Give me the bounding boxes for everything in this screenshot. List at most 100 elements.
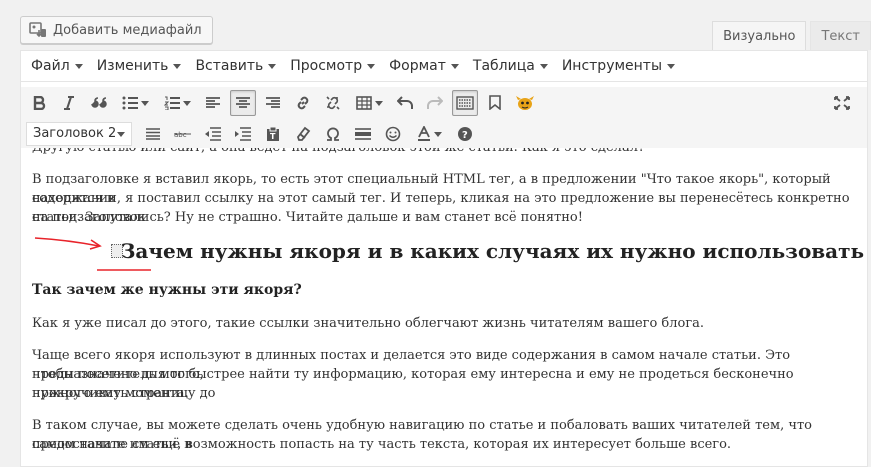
paragraph-2: Как я уже писал до этого, такие ссылки з… [32, 316, 705, 331]
paste-text-button[interactable]: T [260, 121, 286, 147]
paragraph-3-line-3: нужного ему момента. [32, 386, 189, 401]
chevron-down-icon [117, 131, 125, 137]
numbered-list-icon [163, 96, 180, 110]
outdent-button[interactable] [200, 121, 226, 147]
align-left-icon [206, 96, 220, 108]
annotation-arrow [34, 237, 102, 250]
insert-link-button[interactable] [290, 90, 316, 116]
tab-visual[interactable]: Визуально [712, 21, 807, 50]
bullet-list-button[interactable] [116, 90, 154, 116]
undo-icon [397, 95, 413, 109]
bold-button[interactable] [26, 90, 52, 116]
table-icon [355, 95, 372, 110]
svg-text:abc: abc [174, 131, 187, 139]
numbered-list-button[interactable] [158, 90, 196, 116]
chevron-down-icon [74, 64, 83, 69]
insert-block-button[interactable] [350, 121, 376, 147]
paragraph-4-line-2: самом начале статьи, возможность попасть… [32, 437, 732, 452]
chevron-down-icon [433, 131, 442, 137]
chevron-down-icon [374, 100, 383, 106]
editor-toolbar: Заголовок 2 abc T ? [21, 87, 867, 153]
text-color-icon [417, 125, 430, 141]
tab-text[interactable]: Текст [810, 21, 871, 50]
toolbar-toggle-button[interactable] [452, 89, 478, 116]
editor-mode-tabs: Визуально Текст [712, 21, 871, 50]
indent-button[interactable] [230, 121, 256, 147]
blockquote-button[interactable] [86, 90, 112, 116]
format-select[interactable]: Заголовок 2 [26, 121, 132, 146]
menu-format-label: Формат [389, 58, 446, 74]
format-select-value: Заголовок 2 [33, 126, 117, 141]
horizontal-line-icon [146, 127, 160, 140]
toolbar-row-2: Заголовок 2 abc T ? [21, 118, 867, 149]
plugin-mascot-icon [516, 95, 534, 110]
insert-more-button[interactable] [482, 90, 508, 116]
paragraph-cut: Другую статью или сайт, а она ведет на п… [32, 148, 852, 157]
align-right-button[interactable] [260, 90, 286, 116]
text-color-button[interactable] [410, 121, 448, 147]
menu-view[interactable]: Просмотр [283, 51, 382, 81]
clear-formatting-button[interactable] [290, 121, 316, 147]
add-media-label: Добавить медиафайл [53, 22, 202, 38]
keyboard-icon [456, 95, 474, 110]
menu-insert-label: Вставить [195, 58, 264, 74]
chevron-down-icon [539, 64, 548, 69]
menu-file[interactable]: Файл [24, 51, 90, 81]
menu-tools[interactable]: Инструменты [555, 51, 682, 81]
quote-icon [91, 96, 107, 108]
annotation-underline [97, 269, 151, 271]
emoticons-button[interactable] [380, 121, 406, 147]
italic-button[interactable] [56, 90, 82, 116]
bold-icon [33, 95, 46, 110]
menu-file-label: Файл [31, 58, 70, 74]
smiley-icon [385, 126, 401, 141]
unlink-icon [326, 95, 340, 110]
chevron-down-icon [140, 100, 149, 106]
menu-format[interactable]: Формат [382, 51, 466, 81]
chevron-down-icon [173, 64, 182, 69]
align-center-button[interactable] [230, 89, 256, 116]
special-character-button[interactable] [320, 121, 346, 147]
svg-text:?: ? [462, 130, 468, 141]
add-media-button[interactable]: Добавить медиафайл [20, 16, 213, 44]
strikethrough-icon: abc [174, 131, 191, 139]
table-button[interactable] [350, 90, 388, 116]
omega-icon [327, 127, 339, 141]
clipboard-icon: T [267, 126, 279, 141]
align-center-icon [236, 96, 250, 108]
italic-icon [64, 95, 74, 110]
plugin-button[interactable] [512, 90, 538, 116]
menu-table[interactable]: Таблица [466, 51, 555, 81]
heading-anchor-section: Зачем нужны якоря и в каких случаях их н… [121, 239, 865, 263]
horizontal-line-button[interactable] [140, 121, 166, 147]
menu-table-label: Таблица [472, 58, 535, 74]
undo-button[interactable] [392, 90, 418, 116]
menu-edit[interactable]: Изменить [90, 51, 189, 81]
outdent-icon [205, 126, 221, 141]
align-left-button[interactable] [200, 90, 226, 116]
strikethrough-button[interactable]: abc [170, 121, 196, 147]
menu-tools-label: Инструменты [561, 58, 663, 74]
chevron-down-icon [268, 64, 277, 69]
chevron-down-icon [450, 64, 459, 69]
editor-menubar: Файл Изменить Вставить Просмотр Формат Т… [21, 51, 867, 82]
media-icon [29, 22, 47, 38]
toolbar-row-1 [21, 87, 867, 118]
redo-icon [427, 95, 443, 109]
help-icon: ? [458, 126, 472, 141]
indent-icon [235, 126, 251, 141]
help-button[interactable]: ? [452, 121, 478, 147]
remove-link-button[interactable] [320, 90, 346, 116]
menu-view-label: Просмотр [290, 58, 363, 74]
editor: Файл Изменить Вставить Просмотр Формат Т… [20, 50, 868, 467]
align-right-icon [266, 96, 280, 108]
chevron-down-icon [367, 64, 376, 69]
menu-insert[interactable]: Вставить [188, 51, 283, 81]
eraser-icon [296, 126, 311, 141]
chevron-down-icon [667, 64, 676, 69]
redo-button[interactable] [422, 90, 448, 116]
menu-edit-label: Изменить [96, 58, 169, 74]
expand-icon [834, 96, 850, 110]
fullscreen-button[interactable] [829, 90, 855, 116]
editor-content[interactable]: Другую статью или сайт, а она ведет на п… [21, 148, 867, 466]
